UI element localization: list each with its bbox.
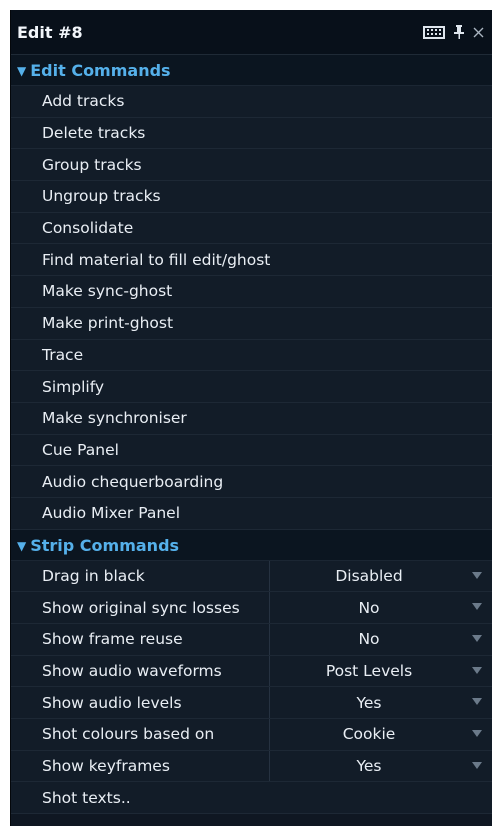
prop-shot-colours-based-on: Shot colours based on Cookie — [11, 719, 492, 751]
command-make-sync-ghost[interactable]: Make sync-ghost — [11, 276, 492, 308]
dropdown-arrow-icon — [472, 761, 482, 769]
command-find-material[interactable]: Find material to fill edit/ghost — [11, 244, 492, 277]
command-make-synchroniser[interactable]: Make synchroniser — [11, 402, 492, 435]
panel-title-bar: Edit #8 — [11, 10, 492, 55]
command-group-tracks[interactable]: Group tracks — [11, 149, 492, 182]
dropdown-arrow-icon — [472, 730, 482, 738]
show-audio-waveforms-dropdown[interactable]: Post Levels — [269, 655, 492, 687]
dropdown-arrow-icon — [472, 698, 482, 706]
drag-in-black-dropdown[interactable]: Disabled — [269, 560, 492, 592]
shot-colours-based-on-dropdown[interactable]: Cookie — [269, 719, 492, 750]
command-cue-panel[interactable]: Cue Panel — [11, 434, 492, 467]
command-shot-texts[interactable]: Shot texts.. — [11, 782, 492, 815]
prop-show-audio-waveforms: Show audio waveforms Post Levels — [11, 655, 492, 688]
show-audio-levels-dropdown[interactable]: Yes — [269, 687, 492, 719]
prop-show-original-sync-losses: Show original sync losses No — [11, 592, 492, 624]
command-consolidate[interactable]: Consolidate — [11, 212, 492, 245]
command-simplify[interactable]: Simplify — [11, 371, 492, 403]
dropdown-arrow-icon — [472, 571, 482, 579]
show-frame-reuse-dropdown[interactable]: No — [269, 624, 492, 655]
dropdown-arrow-icon — [472, 603, 482, 611]
panel-title: Edit #8 — [17, 22, 83, 42]
prop-show-audio-levels: Show audio levels Yes — [11, 687, 492, 720]
edit-panel: Edit #8 ▼ Edit Commands Add tracks Delet… — [10, 10, 492, 826]
strip-commands-header[interactable]: ▼ Strip Commands — [11, 529, 492, 561]
show-keyframes-dropdown[interactable]: Yes — [269, 750, 492, 782]
dropdown-arrow-icon — [472, 666, 482, 674]
prop-drag-in-black: Drag in black Disabled — [11, 560, 492, 593]
command-delete-tracks[interactable]: Delete tracks — [11, 117, 492, 150]
prop-show-keyframes: Show keyframes Yes — [11, 750, 492, 783]
command-ungroup-tracks[interactable]: Ungroup tracks — [11, 181, 492, 213]
dropdown-arrow-icon — [472, 635, 482, 642]
edit-commands-header[interactable]: ▼ Edit Commands — [11, 55, 492, 86]
command-make-print-ghost[interactable]: Make print-ghost — [11, 307, 492, 340]
pin-icon[interactable] — [454, 25, 464, 39]
prop-show-frame-reuse: Show frame reuse No — [11, 624, 492, 656]
command-audio-chequerboarding[interactable]: Audio chequerboarding — [11, 466, 492, 498]
show-original-sync-losses-dropdown[interactable]: No — [269, 592, 492, 623]
expand-triangle-icon: ▼ — [17, 64, 27, 78]
expand-triangle-icon: ▼ — [17, 538, 27, 553]
command-audio-mixer-panel[interactable]: Audio Mixer Panel — [11, 497, 492, 530]
close-icon[interactable] — [473, 27, 484, 38]
command-add-tracks[interactable]: Add tracks — [11, 86, 492, 118]
command-trace[interactable]: Trace — [11, 339, 492, 372]
keyboard-icon[interactable] — [423, 25, 445, 39]
